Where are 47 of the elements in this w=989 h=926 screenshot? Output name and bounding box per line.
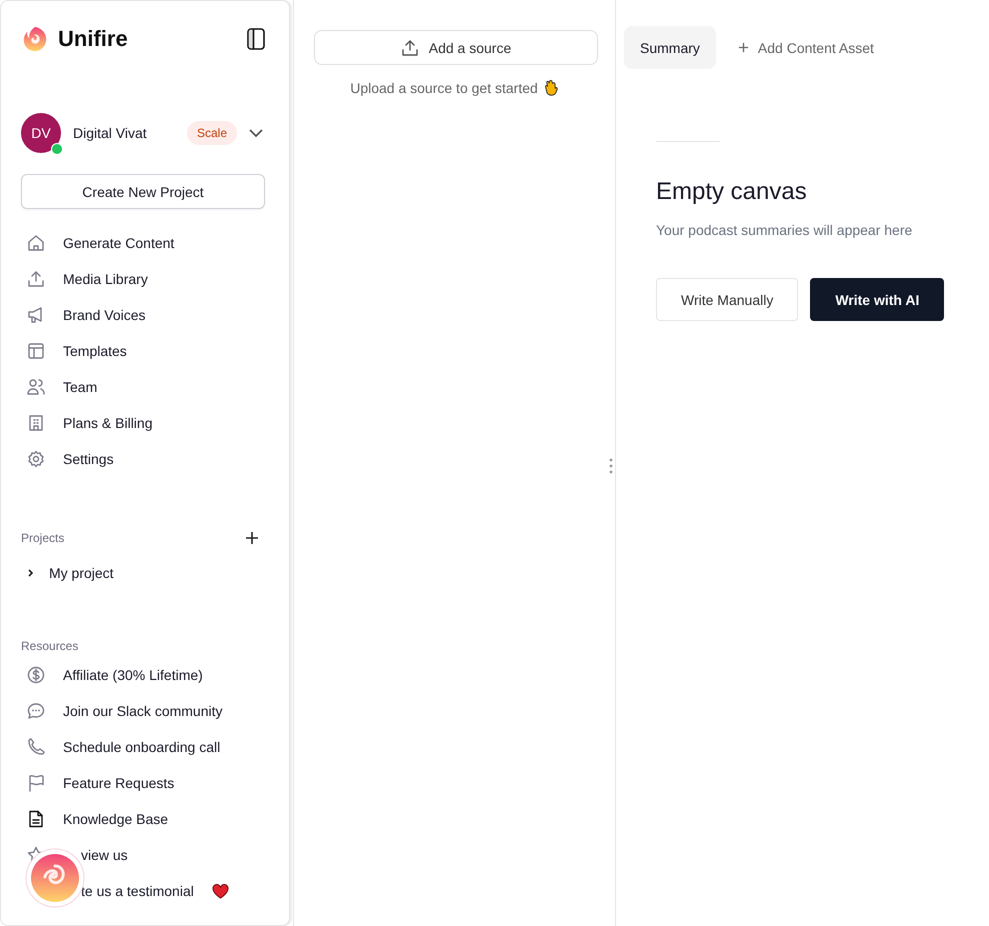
avatar[interactable]: DV: [21, 113, 61, 153]
write-manually-button[interactable]: Write Manually: [656, 278, 798, 321]
upload-icon: [27, 270, 45, 288]
gear-icon: [27, 450, 45, 468]
plan-badge: Scale: [186, 121, 237, 145]
nav-item[interactable]: Settings: [21, 441, 269, 477]
brand-name: Unifire: [58, 26, 129, 52]
account-name: Digital Vivat: [73, 125, 148, 141]
sidebar-toggle-icon[interactable]: [247, 28, 265, 50]
building-icon: [27, 414, 45, 432]
add-asset-tab[interactable]: Add Content Asset: [722, 26, 890, 69]
plus-icon: [738, 42, 749, 53]
summary-tab[interactable]: Summary: [624, 26, 716, 69]
canvas-subtitle: Your podcast summaries will appear here: [656, 222, 914, 238]
section-title: Projects: [21, 531, 64, 545]
flame-logo-icon: [21, 25, 49, 53]
nav-item[interactable]: Brand Voices: [21, 297, 269, 333]
layout-icon: [27, 342, 45, 360]
resource-link[interactable]: Affiliate (30% Lifetime): [21, 657, 269, 693]
chat-icon: [27, 702, 45, 720]
chevron-down-icon[interactable]: [249, 128, 263, 138]
resource-link[interactable]: Feature Requests: [21, 765, 269, 801]
nav-item[interactable]: Team: [21, 369, 269, 405]
file-icon: [27, 810, 45, 828]
upload-hint: Upload a source to get started: [350, 80, 538, 96]
nav-item[interactable]: Generate Content: [21, 225, 269, 261]
resource-link[interactable]: Knowledge Base: [21, 801, 269, 837]
section-title: Resources: [21, 639, 78, 653]
add-icon[interactable]: [245, 531, 259, 545]
phone-icon: [27, 738, 45, 756]
resource-link[interactable]: Schedule onboarding call: [21, 729, 269, 765]
add-source-button[interactable]: Add a source: [314, 30, 598, 65]
nav-item[interactable]: Media Library: [21, 261, 269, 297]
project-item[interactable]: My project: [21, 565, 269, 581]
home-icon: [27, 234, 45, 252]
write-with-ai-button[interactable]: Write with AI: [810, 278, 944, 321]
upload-icon: [400, 38, 419, 56]
resource-link[interactable]: Join our Slack community: [21, 693, 269, 729]
resource-link[interactable]: te us a testimonial: [21, 873, 269, 909]
nav-item[interactable]: Templates: [21, 333, 269, 369]
users-icon: [27, 378, 45, 396]
flag-icon: [27, 774, 45, 792]
resize-handle-icon[interactable]: [609, 458, 613, 474]
dollar-icon: [27, 666, 45, 684]
create-project-button[interactable]: Create New Project: [21, 174, 265, 209]
canvas-title: Empty canvas: [656, 178, 808, 206]
nav-item[interactable]: Plans & Billing: [21, 405, 269, 441]
